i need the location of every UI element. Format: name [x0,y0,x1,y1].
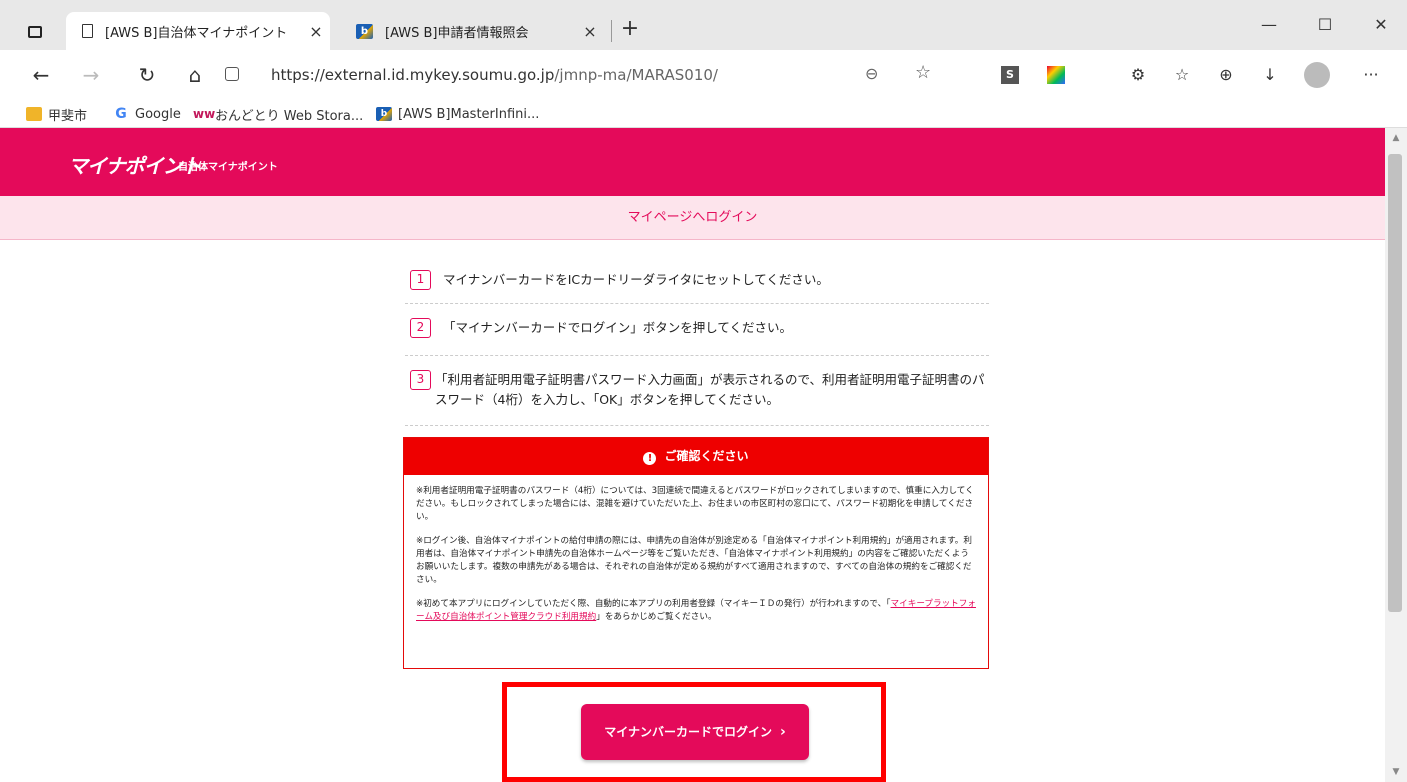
login-steps: 1 マイナンバーカードをICカードリーダライタにセットしてください。 2 「マイ… [405,258,989,426]
alert-icon: ! [643,452,657,465]
step-number: 2 [410,318,431,338]
bookmark-ondotori[interactable]: ww おんどとり Web Stora... [193,104,363,124]
tab-bar: [AWS B]自治体マイナポイント × b [AWS B]申請者情報照会 × +… [0,0,1407,50]
home-icon[interactable]: ⌂ [178,60,212,90]
page-title: マイページへログイン [0,196,1385,240]
address-bar: ← → ↻ ⌂ https://external.id.mykey.soumu.… [0,50,1407,100]
notice-box: ! ご確認ください ※利用者証明用電子証明書のパスワード（4桁）については、3回連… [403,437,989,669]
notice-header: ! ご確認ください [404,438,988,475]
add-favorite-icon[interactable]: ☆ [915,62,931,83]
scroll-up-icon[interactable]: ▲ [1385,130,1407,146]
scroll-down-icon[interactable]: ▼ [1385,764,1407,780]
new-tab-button[interactable]: + [618,16,642,41]
notice-body: ※利用者証明用電子証明書のパスワード（4桁）については、3回連続で間違えるとパス… [404,475,988,624]
reload-icon[interactable]: ↻ [130,60,164,90]
zoom-icon[interactable]: ⊖ [865,64,878,83]
aws-site-icon: b [376,107,392,121]
page-icon [82,24,93,38]
notice-paragraph-password: ※利用者証明用電子証明書のパスワード（4桁）については、3回連続で間違えるとパス… [416,486,974,522]
notice-paragraph-terms: ※ログイン後、自治体マイナポイントの給付申請の際には、申請先の自治体が別途定める… [416,536,972,585]
minimize-button[interactable]: — [1246,10,1292,40]
tab-divider [611,20,612,42]
folder-icon [26,107,42,121]
page-scrollbar[interactable]: ▲ ▼ [1385,128,1407,782]
extensions-puzzle-icon[interactable]: ⚙ [1125,62,1151,88]
favorites-icon[interactable]: ☆ [1169,62,1195,88]
maximize-button[interactable]: ☐ [1302,10,1348,40]
downloads-icon[interactable]: ↓ [1257,62,1283,88]
scroll-thumb[interactable] [1388,154,1402,612]
tab-title: [AWS B]自治体マイナポイント [105,25,288,41]
tab-actions-icon[interactable] [28,26,42,38]
aws-site-icon: b [356,23,373,39]
step-item: 2 「マイナンバーカードでログイン」ボタンを押してください。 [405,304,989,356]
bookmark-masterinfinity[interactable]: b [AWS B]MasterInfini... [376,104,539,124]
notice-paragraph-registration: ※初めて本アプリにログインしていただく際、自動的に本アプリの利用者登録（マイキー… [416,599,976,622]
step-item: 1 マイナンバーカードをICカードリーダライタにセットしてください。 [405,258,989,304]
step-item: 3 「利用者証明用電子証明書パスワード入力画面」が表示されるので、利用者証明用電… [405,356,989,426]
ondotori-icon: ww [193,107,216,121]
tab-applicant-info[interactable]: b [AWS B]申請者情報照会 × [340,12,604,50]
highlight-annotation [502,682,886,782]
tab-close-icon[interactable]: × [576,22,604,41]
close-window-button[interactable]: ✕ [1358,10,1404,40]
bookmark-kai-city[interactable]: 甲斐市 [26,104,87,124]
forward-icon[interactable]: → [74,60,108,90]
collections-icon[interactable]: ⊕ [1213,62,1239,88]
step-text: 「マイナンバーカードでログイン」ボタンを押してください。 [443,320,793,335]
more-menu-icon[interactable]: ··· [1358,62,1384,88]
step-text: マイナンバーカードをICカードリーダライタにセットしてください。 [443,272,829,287]
back-icon[interactable]: ← [24,60,58,90]
site-info-icon[interactable] [225,67,239,81]
tab-mynapoint[interactable]: [AWS B]自治体マイナポイント × [66,12,330,50]
step-number: 3 [410,370,431,390]
extension-color-icon[interactable] [1047,66,1065,84]
site-header: マイナポイント 自治体マイナポイント [0,128,1385,196]
url-text[interactable]: https://external.id.mykey.soumu.go.jp/jm… [271,66,718,84]
tab-close-icon[interactable]: × [302,22,330,41]
logo-subtitle: 自治体マイナポイント [178,162,278,173]
bookmarks-bar: 甲斐市 G Google ww おんどとり Web Stora... b [AW… [0,100,1407,128]
url-field[interactable]: https://external.id.mykey.soumu.go.jp/jm… [225,58,975,92]
extension-s-icon[interactable]: S [1001,66,1019,84]
step-number: 1 [410,270,431,290]
step-text: 「利用者証明用電子証明書パスワード入力画面」が表示されるので、利用者証明用電子証… [435,372,985,407]
google-icon: G [115,106,127,122]
bookmark-google[interactable]: G Google [113,104,181,124]
notice-title: ご確認ください [664,449,749,463]
profile-avatar[interactable] [1304,62,1330,88]
tab-title: [AWS B]申請者情報照会 [385,25,529,41]
